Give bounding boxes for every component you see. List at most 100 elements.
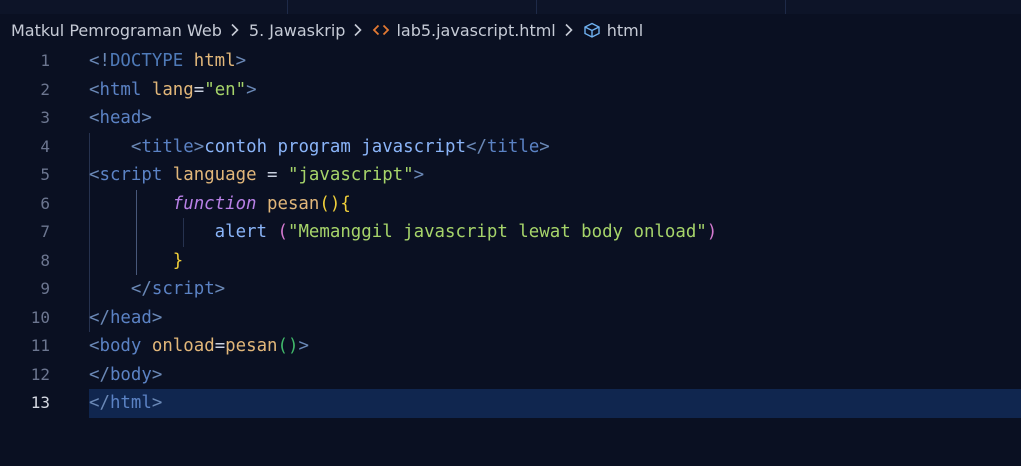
code-token: } [172,250,184,271]
code-token: body [109,364,152,385]
line-number: 11 [30,336,50,355]
code-token: > [413,165,425,185]
line-number: 9 [40,279,50,298]
code-text: <body onload=pesan()> [89,332,309,361]
code-text: </script> [89,275,225,304]
code-token: function [172,193,257,214]
code-text: <!DOCTYPE html> [89,47,246,76]
code-token: > [151,364,163,385]
code-token: title [141,136,194,157]
code-text: </head> [89,304,162,333]
breadcrumb-item-symbol[interactable]: html [607,21,643,40]
code-token: = [256,165,288,185]
code-line[interactable]: 4 <title>contoh program javascript</titl… [0,133,1021,162]
code-token: alert [214,222,267,242]
code-line[interactable]: 10 </head> [0,304,1021,333]
code-line[interactable]: 8 } [0,247,1021,276]
code-text: </html> [89,389,162,418]
breadcrumb-item-file[interactable]: lab5.javascript.html [396,21,555,40]
code-line[interactable]: 5 <script language = "javascript"> [0,161,1021,190]
code-text: <html lang="en"> [89,76,257,105]
html-code-brackets-icon [373,24,390,36]
code-token: < [130,136,142,157]
breadcrumb-item-folder[interactable]: Matkul Pemrograman Web [11,21,222,40]
chevron-right-icon [354,23,363,37]
code-token: head [99,108,142,128]
chevron-right-icon [231,23,239,37]
code-token: = [193,79,205,100]
code-token: "javascript" [287,165,414,185]
code-token: html [109,393,152,413]
code-token: title [486,136,540,157]
code-line[interactable]: 1 <!DOCTYPE html> [0,47,1021,76]
cube-symbol-icon [584,22,600,38]
code-token: "Memanggil javascript lewat body onload" [287,222,707,242]
chevron-right-icon [565,23,573,37]
code-token: <! [89,51,110,71]
line-number: 3 [40,108,50,127]
line-number: 7 [40,222,50,241]
code-token: </ [89,393,110,413]
code-token: < [89,336,100,356]
code-token: < [89,79,100,100]
code-text: function pesan(){ [89,190,351,219]
code-token: ) [706,222,718,242]
code-token: > [151,393,163,413]
line-number: 2 [40,79,50,99]
code-token: script [151,279,215,299]
line-number: 6 [40,193,50,213]
code-editor[interactable]: 1 <!DOCTYPE html> 2 <html lang="en"> 3 <head>… [0,47,1021,466]
tab-strip [0,0,1021,14]
code-line[interactable]: 11 <body onload=pesan()> [0,332,1021,361]
code-token: html [193,51,236,71]
line-number: 8 [40,250,50,270]
code-token: language [172,165,257,185]
code-line[interactable]: 12 </body> [0,361,1021,390]
code-token: onload [151,336,215,356]
line-number: 10 [30,307,50,327]
code-line[interactable]: 9 </script> [0,275,1021,304]
code-token: > [298,336,309,356]
breadcrumb-item-subfolder[interactable]: 5. Jawaskrip [249,21,346,40]
code-token: > [151,307,163,328]
tab-divider [287,0,288,14]
code-token: = [214,336,226,356]
code-text: </body> [89,361,162,390]
code-token: (){ [319,193,351,214]
tab-divider [536,0,537,14]
line-number: 4 [40,136,50,156]
code-token: < [89,165,100,185]
code-token: pesan [225,336,278,356]
code-token: DOCTYPE [109,51,184,71]
code-token: "en" [204,79,247,100]
code-token: > [214,279,226,299]
code-token: () [277,336,299,356]
code-text: } [89,247,183,276]
code-line[interactable]: 13 </html> [0,389,1021,418]
code-line[interactable]: 3 <head> [0,104,1021,133]
code-text: <script language = "javascript"> [89,161,424,190]
code-line[interactable]: 2 <html lang="en"> [0,76,1021,105]
code-token: ( [277,222,288,242]
line-number: 1 [40,51,50,70]
code-token: head [109,307,152,328]
code-line[interactable]: 7 alert ("Memanggil javascript lewat bod… [0,218,1021,247]
code-token: > [235,51,247,71]
line-number: 13 [30,393,50,412]
code-token: lang [151,79,194,100]
tab-divider [785,0,786,14]
code-token: body [99,336,142,356]
code-token: </ [130,279,152,299]
code-line[interactable]: 6 function pesan(){ [0,190,1021,219]
current-line-highlight [89,389,1021,418]
